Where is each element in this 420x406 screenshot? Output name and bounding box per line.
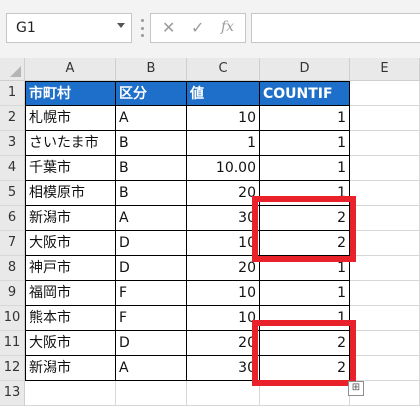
table-header-cell[interactable]: 市町村 (25, 81, 116, 106)
table-cell[interactable]: B (116, 156, 187, 181)
table-cell[interactable]: 10 (187, 106, 260, 131)
table-cell[interactable]: 20 (187, 331, 260, 356)
column-header-d[interactable]: D (260, 58, 350, 81)
table-cell[interactable]: A (116, 206, 187, 231)
row-header-4[interactable]: 4 (0, 156, 25, 181)
table-cell[interactable]: 新潟市 (25, 356, 116, 381)
grid-cell[interactable] (350, 356, 420, 381)
column-header-a[interactable]: A (25, 58, 116, 81)
table-cell[interactable]: 20 (187, 256, 260, 281)
formula-bar-splitter[interactable] (141, 19, 144, 37)
highlight-box (252, 196, 356, 262)
table-cell[interactable]: D (116, 256, 187, 281)
row-header-3[interactable]: 3 (0, 131, 25, 156)
table-cell[interactable]: 10 (187, 281, 260, 306)
column-header-b[interactable]: B (116, 58, 187, 81)
name-box-value: G1 (16, 20, 36, 36)
table-cell[interactable]: 10 (187, 231, 260, 256)
table-cell[interactable]: A (116, 106, 187, 131)
grid-cell[interactable] (25, 381, 116, 406)
grid-cell[interactable] (350, 281, 420, 306)
row-header-9[interactable]: 9 (0, 281, 25, 306)
table-cell[interactable]: さいたま市 (25, 131, 116, 156)
table-cell[interactable]: 新潟市 (25, 206, 116, 231)
spreadsheet-grid: A B C D E 1 2 3 4 5 6 7 8 9 10 11 12 13 市町村 区分値 COUNTIF 札幌市 A 1… (0, 58, 420, 406)
table-cell[interactable]: 大阪市 (25, 231, 116, 256)
row-header-5[interactable]: 5 (0, 181, 25, 206)
table-header-cell[interactable]: 値 (187, 81, 260, 106)
grid-cell[interactable] (350, 81, 420, 106)
table-cell[interactable]: B (116, 181, 187, 206)
table-cell[interactable]: 30 (187, 356, 260, 381)
row-header-10[interactable]: 10 (0, 306, 25, 331)
table-header-cell[interactable]: COUNTIF (260, 81, 350, 106)
table-cell[interactable]: 福岡市 (25, 281, 116, 306)
table-header-cell[interactable]: 区分 (116, 81, 187, 106)
row-header-7[interactable]: 7 (0, 231, 25, 256)
row-header-13[interactable]: 13 (0, 381, 25, 406)
table-cell[interactable]: A (116, 356, 187, 381)
table-cell[interactable]: 大阪市 (25, 331, 116, 356)
grid-cell[interactable] (350, 206, 420, 231)
table-cell[interactable]: 1 (187, 131, 260, 156)
grid-cell[interactable] (350, 181, 420, 206)
row-header-6[interactable]: 6 (0, 206, 25, 231)
highlight-box (252, 320, 356, 386)
grid-cell[interactable] (116, 381, 187, 406)
formula-bar: G1 ✕ ✓ fx (0, 0, 420, 59)
table-cell[interactable]: 相模原市 (25, 181, 116, 206)
table-cell[interactable]: 千葉市 (25, 156, 116, 181)
chevron-down-icon[interactable] (117, 23, 125, 28)
row-header-1[interactable]: 1 (0, 81, 25, 106)
table-cell[interactable]: D (116, 231, 187, 256)
table-cell[interactable]: 20 (187, 181, 260, 206)
column-header-e[interactable]: E (350, 58, 420, 81)
cancel-icon[interactable]: ✕ (162, 18, 175, 37)
table-cell[interactable]: 10 (187, 306, 260, 331)
quick-analysis-icon[interactable]: ⊞ (348, 381, 364, 396)
grid-cell[interactable] (350, 106, 420, 131)
table-cell[interactable]: 1 (260, 131, 350, 156)
table-cell[interactable]: 神戸市 (25, 256, 116, 281)
grid-cell[interactable] (350, 306, 420, 331)
grid-cell[interactable] (350, 131, 420, 156)
table-cell[interactable]: F (116, 281, 187, 306)
table-cell[interactable]: B (116, 131, 187, 156)
table-cell[interactable]: 1 (260, 106, 350, 131)
grid-cell[interactable] (350, 331, 420, 356)
row-header-12[interactable]: 12 (0, 356, 25, 381)
table-cell[interactable]: 1 (260, 281, 350, 306)
enter-icon[interactable]: ✓ (191, 18, 204, 37)
grid-cell[interactable] (350, 231, 420, 256)
row-header-8[interactable]: 8 (0, 256, 25, 281)
select-all-button[interactable] (0, 58, 25, 81)
name-box[interactable]: G1 (6, 13, 132, 43)
grid-cell[interactable] (350, 256, 420, 281)
row-header-11[interactable]: 11 (0, 331, 25, 356)
table-cell[interactable]: 熊本市 (25, 306, 116, 331)
formula-tools: ✕ ✓ fx (150, 13, 246, 43)
table-cell[interactable]: D (116, 331, 187, 356)
insert-function-icon[interactable]: fx (221, 19, 234, 35)
table-cell[interactable]: 30 (187, 206, 260, 231)
table-cell[interactable]: 1 (260, 156, 350, 181)
table-cell[interactable]: 札幌市 (25, 106, 116, 131)
table-cell[interactable]: F (116, 306, 187, 331)
table-cell[interactable]: 10.00 (187, 156, 260, 181)
grid-cell[interactable] (187, 381, 260, 406)
column-header-c[interactable]: C (187, 58, 260, 81)
grid-cell[interactable] (350, 156, 420, 181)
formula-input[interactable] (251, 13, 420, 43)
row-header-2[interactable]: 2 (0, 106, 25, 131)
